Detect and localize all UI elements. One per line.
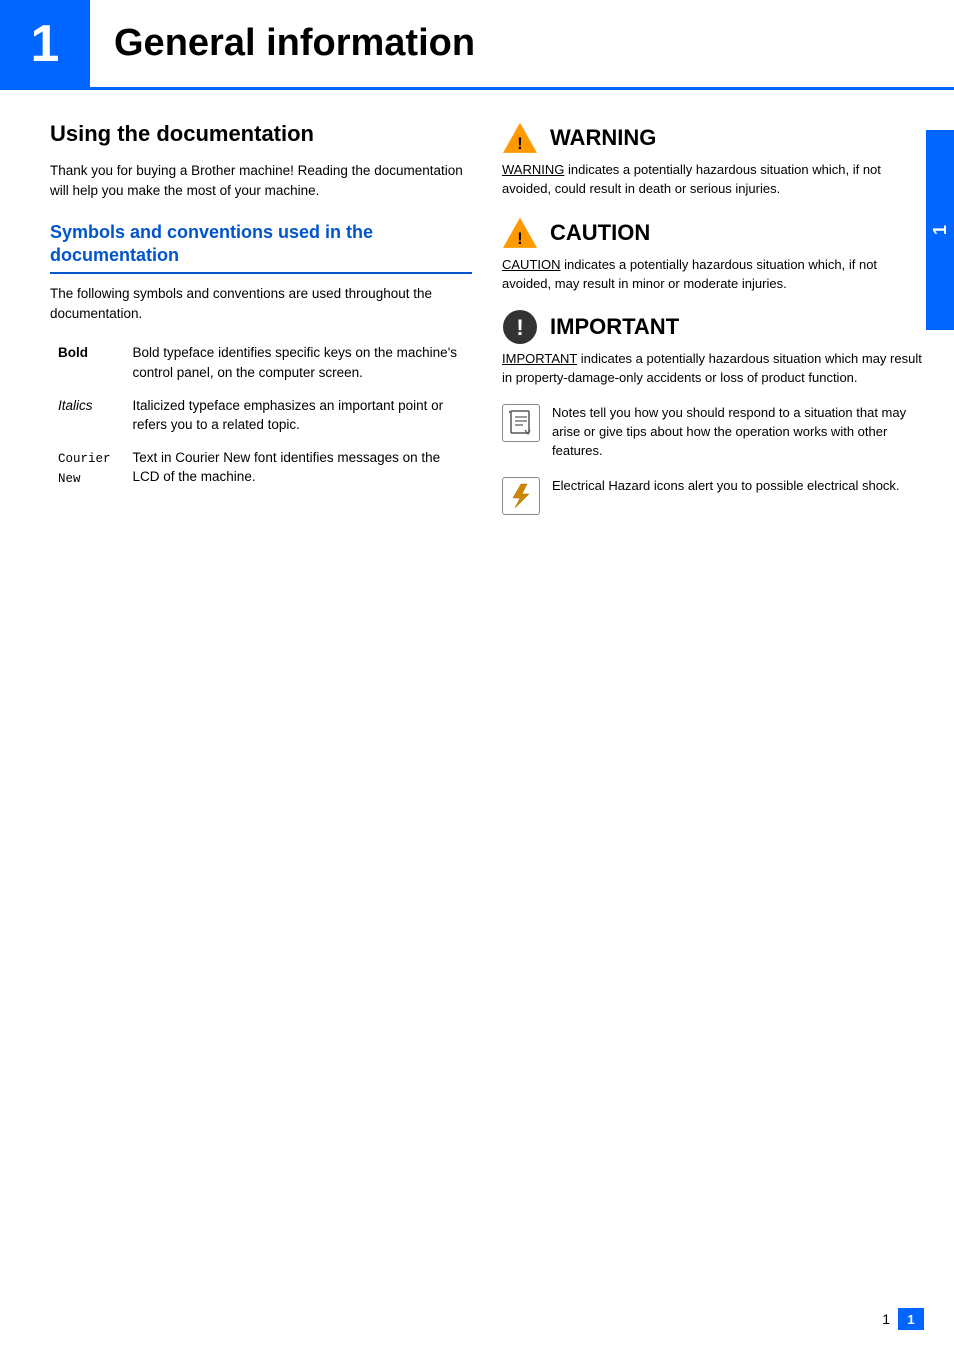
important-title: IMPORTANT [550,314,679,340]
important-header: ! IMPORTANT [502,309,924,345]
side-tab-number: 1 [930,225,951,235]
page-num-value: 1 [907,1312,914,1327]
important-underline: IMPORTANT [502,351,577,366]
section-using-documentation: Using the documentation Thank you for bu… [50,120,472,201]
right-column: ! WARNING WARNING indicates a potentiall… [492,120,924,531]
svg-text:!: ! [516,315,523,340]
warning-underline: WARNING [502,162,564,177]
caution-block: ! CAUTION CAUTION indicates a potentiall… [502,215,924,294]
conv-desc-bold: Bold typeface identifies specific keys o… [125,338,472,390]
caution-text: CAUTION indicates a potentially hazardou… [502,256,924,294]
section1-intro: Thank you for buying a Brother machine! … [50,161,472,202]
section-symbols-conventions: Symbols and conventions used in the docu… [50,221,472,496]
warning-title: WARNING [550,125,656,151]
important-circle-svg: ! [502,309,538,345]
warning-text: WARNING indicates a potentially hazardou… [502,161,924,199]
left-column: Using the documentation Thank you for bu… [50,120,472,531]
page-header: 1 General information [0,0,954,90]
notes-icon [502,404,540,442]
conv-desc-courier: Text in Courier New font identifies mess… [125,443,472,496]
warning-block: ! WARNING WARNING indicates a potentiall… [502,120,924,199]
page-number-footer: 1 1 [882,1308,924,1330]
electrical-block: Electrical Hazard icons alert you to pos… [502,477,924,515]
caution-icon: ! [502,215,538,251]
convention-row-courier: CourierNew Text in Courier New font iden… [50,443,472,496]
electrical-svg [508,483,534,509]
conv-term-bold: Bold [50,338,125,390]
convention-table: Bold Bold typeface identifies specific k… [50,338,472,496]
page-num-box: 1 [898,1308,924,1330]
svg-text:!: ! [517,229,522,247]
section1-heading: Using the documentation [50,120,472,149]
convention-row-bold: Bold Bold typeface identifies specific k… [50,338,472,390]
caution-header: ! CAUTION [502,215,924,251]
important-icon: ! [502,309,538,345]
side-tab: 1 [926,130,954,330]
conv-desc-italics: Italicized typeface emphasizes an import… [125,391,472,443]
notes-text: Notes tell you how you should respond to… [552,404,924,461]
caution-underline: CAUTION [502,257,561,272]
warning-triangle-svg: ! [502,120,538,156]
section2-heading: Symbols and conventions used in the docu… [50,221,472,274]
chapter-title-block: General information [90,0,475,87]
chapter-number: 1 [31,14,60,74]
electrical-icon [502,477,540,515]
notes-svg [508,410,534,436]
main-content: Using the documentation Thank you for bu… [0,90,954,561]
electrical-text: Electrical Hazard icons alert you to pos… [552,477,924,496]
chapter-number-block: 1 [0,0,90,87]
important-text: IMPORTANT indicates a potentially hazard… [502,350,924,388]
conv-term-italics: Italics [50,391,125,443]
important-block: ! IMPORTANT IMPORTANT indicates a potent… [502,309,924,388]
caution-title: CAUTION [550,220,650,246]
conventions-intro: The following symbols and conventions ar… [50,284,472,325]
svg-text:!: ! [517,135,522,153]
caution-triangle-svg: ! [502,215,538,251]
conv-term-courier: CourierNew [50,443,125,496]
page-num-label: 1 [882,1311,890,1327]
warning-icon: ! [502,120,538,156]
warning-header: ! WARNING [502,120,924,156]
notes-block: Notes tell you how you should respond to… [502,404,924,461]
chapter-title: General information [114,22,475,65]
convention-row-italics: Italics Italicized typeface emphasizes a… [50,391,472,443]
